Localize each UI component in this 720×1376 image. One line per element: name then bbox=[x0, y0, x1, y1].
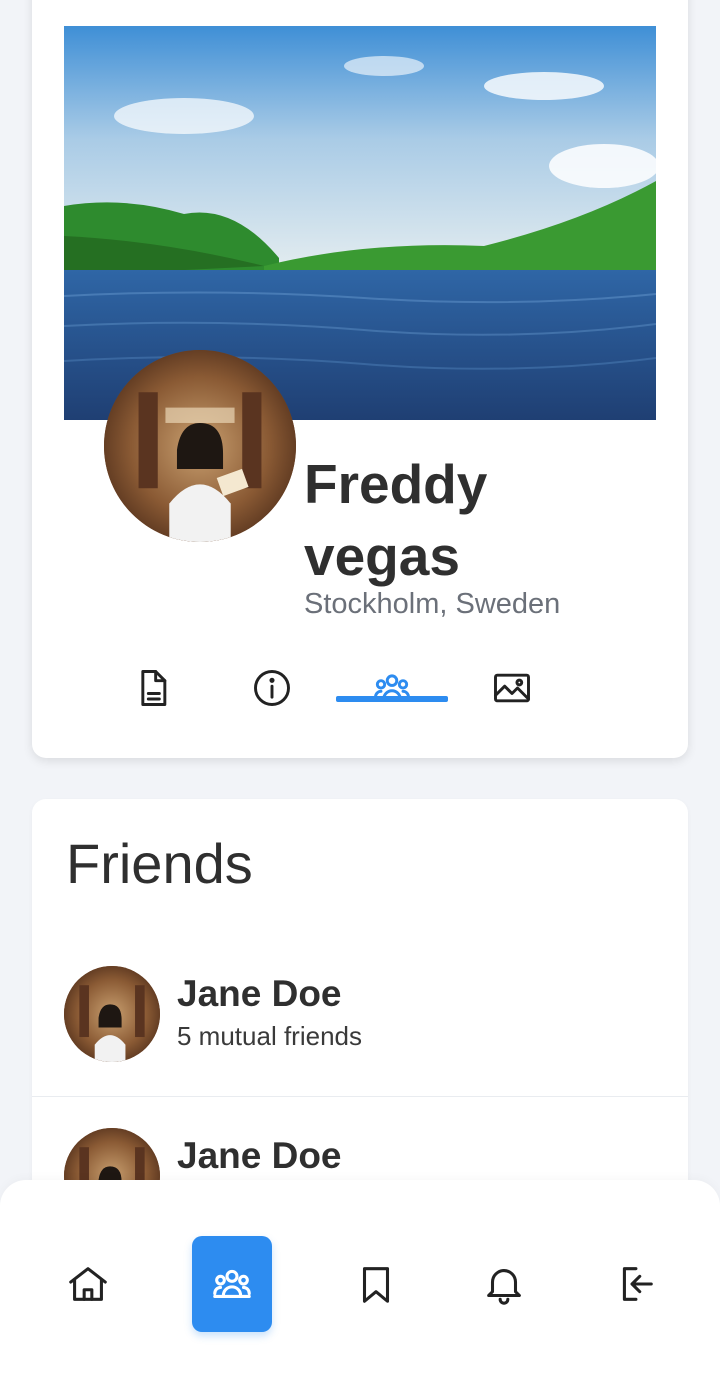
profile-page: Freddy vegas Stockholm, Sweden Friends J… bbox=[0, 0, 720, 1376]
profile-card: Freddy vegas Stockholm, Sweden bbox=[32, 0, 688, 758]
nav-friends[interactable] bbox=[192, 1236, 272, 1332]
friend-name: Jane Doe bbox=[177, 973, 342, 1014]
tab-posts[interactable] bbox=[96, 664, 208, 734]
friend-list-item[interactable]: Jane Doe 5 mutual friends bbox=[32, 935, 688, 1097]
friends-icon bbox=[374, 674, 410, 702]
active-tab-indicator bbox=[336, 696, 448, 702]
friends-icon bbox=[213, 1269, 251, 1298]
home-icon bbox=[69, 1267, 107, 1301]
bottom-nav bbox=[0, 1180, 720, 1376]
profile-location: Stockholm, Sweden bbox=[304, 588, 561, 620]
logout-icon bbox=[622, 1267, 653, 1301]
tab-about[interactable] bbox=[216, 664, 328, 734]
mutual-friends-count: 5 mutual friends bbox=[177, 1021, 362, 1051]
friends-title: Friends bbox=[66, 832, 253, 895]
nav-logout[interactable] bbox=[594, 1236, 674, 1332]
profile-avatar[interactable] bbox=[104, 350, 296, 542]
tab-photos[interactable] bbox=[456, 664, 568, 734]
nav-bookmarks[interactable] bbox=[336, 1236, 416, 1332]
friend-avatar[interactable] bbox=[64, 966, 160, 1062]
nav-home[interactable] bbox=[48, 1236, 128, 1332]
bell-icon bbox=[487, 1269, 521, 1305]
bookmark-icon bbox=[362, 1267, 390, 1303]
profile-name: Freddy vegas bbox=[304, 453, 488, 587]
document-icon bbox=[141, 670, 167, 706]
image-icon bbox=[494, 673, 530, 703]
friend-name: Jane Doe bbox=[177, 1135, 342, 1176]
nav-notifications[interactable] bbox=[464, 1236, 544, 1332]
info-icon bbox=[254, 670, 290, 706]
